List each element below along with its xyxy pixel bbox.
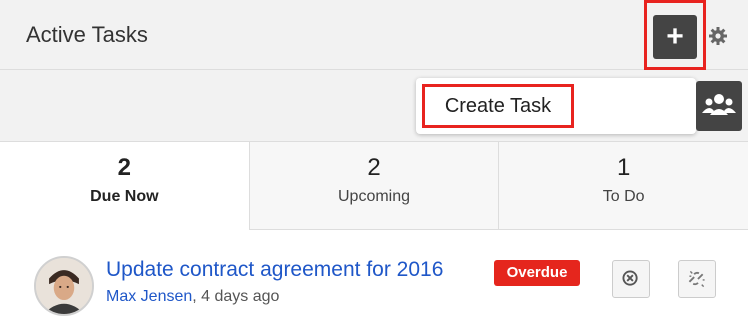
gear-icon[interactable] [708, 26, 728, 46]
tab-count: 2 [367, 154, 381, 181]
plus-icon: + [666, 20, 684, 53]
users-icon [702, 94, 736, 115]
add-button-highlight: + [644, 0, 706, 70]
unlink-task-button[interactable] [678, 260, 716, 298]
add-button[interactable]: + [653, 15, 697, 59]
tab-label: Due Now [90, 188, 159, 205]
close-circle-icon [622, 270, 638, 286]
tab-count: 1 [617, 154, 631, 181]
dashlet-header: Active Tasks + [0, 0, 748, 70]
team-filter-button[interactable] [696, 81, 742, 131]
tab-label: Upcoming [337, 188, 411, 205]
overdue-badge: Overdue [494, 260, 580, 286]
create-task-menu-item[interactable]: Create Task [422, 84, 574, 128]
unlink-icon [688, 270, 705, 288]
tab-to-do[interactable]: 1 To Do [498, 142, 748, 230]
task-time: , 4 days ago [192, 288, 280, 305]
close-task-button[interactable] [612, 260, 650, 298]
task-meta: Max Jensen, 4 days ago [106, 288, 279, 306]
tab-due-now[interactable]: 2 Due Now [0, 142, 249, 230]
add-menu-popup: Create Task [416, 78, 696, 134]
task-row: Update contract agreement for 2016 Overd… [0, 230, 748, 331]
task-tabs: 2 Due Now 2 Upcoming 1 To Do [0, 142, 748, 230]
dashlet-title: Active Tasks [26, 22, 148, 47]
tab-count: 2 [117, 154, 132, 181]
avatar[interactable] [34, 256, 94, 316]
dashlet-toolbar: Create Task [0, 70, 748, 142]
tab-upcoming[interactable]: 2 Upcoming [248, 142, 499, 230]
avatar-image [36, 258, 92, 314]
tab-label: To Do [602, 188, 645, 205]
task-author-link[interactable]: Max Jensen [106, 288, 192, 305]
task-title-link[interactable]: Update contract agreement for 2016 [106, 258, 443, 282]
